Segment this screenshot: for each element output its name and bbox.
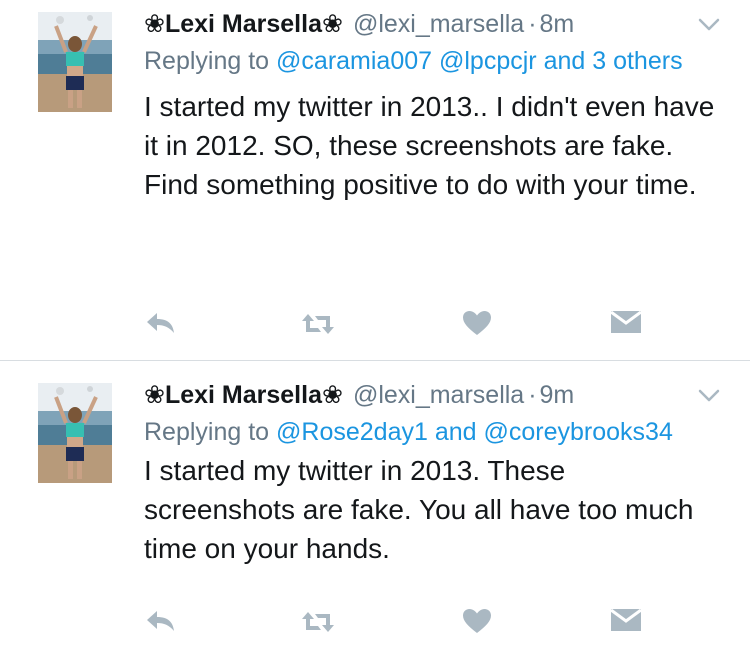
timestamp[interactable]: 8m	[540, 8, 575, 40]
tweet-actions	[144, 300, 664, 340]
direct-message-icon[interactable]	[610, 608, 642, 632]
tweet-header: ❀Lexi Marsella❀ @lexi_marsella · 8m	[144, 8, 720, 40]
mention-link[interactable]: @Rose2day1	[276, 418, 428, 446]
heart-icon[interactable]	[462, 608, 492, 634]
timestamp[interactable]: 9m	[540, 379, 575, 411]
username[interactable]: @lexi_marsella	[353, 379, 524, 411]
tweet-content: ❀Lexi Marsella❀ @lexi_marsella · 8m Repl…	[144, 8, 720, 204]
tweet[interactable]: ❀Lexi Marsella❀ @lexi_marsella · 8m Repl…	[0, 0, 750, 360]
retweet-icon[interactable]	[301, 312, 335, 336]
chevron-down-icon[interactable]	[698, 389, 720, 403]
tweet-actions	[144, 598, 664, 638]
display-name[interactable]: ❀Lexi Marsella❀	[144, 8, 343, 40]
replying-to-label: Replying to	[144, 47, 277, 75]
replying-to: Replying to @Rose2day1 and @coreybrooks3…	[144, 413, 720, 451]
direct-message-icon[interactable]	[610, 310, 642, 334]
separator-dot: ·	[528, 381, 537, 409]
chevron-down-icon[interactable]	[698, 18, 720, 32]
reply-icon[interactable]	[146, 610, 176, 632]
heart-icon[interactable]	[462, 310, 492, 336]
tweet[interactable]: ❀Lexi Marsella❀ @lexi_marsella · 9m Repl…	[0, 360, 750, 652]
username[interactable]: @lexi_marsella	[353, 8, 524, 40]
others-link[interactable]: and 3 others	[544, 47, 683, 75]
tweet-content: ❀Lexi Marsella❀ @lexi_marsella · 9m Repl…	[144, 379, 720, 568]
retweet-icon[interactable]	[301, 610, 335, 634]
display-name[interactable]: ❀Lexi Marsella❀	[144, 379, 343, 411]
avatar[interactable]	[38, 383, 112, 483]
replying-to-label: Replying to	[144, 418, 277, 446]
replying-to: Replying to @caramia007 @lpcpcjr and 3 o…	[144, 42, 720, 80]
separator-dot: ·	[528, 10, 537, 38]
tweet-text: I started my twitter in 2013. These scre…	[144, 455, 694, 564]
reply-icon[interactable]	[146, 312, 176, 334]
tweet-header: ❀Lexi Marsella❀ @lexi_marsella · 9m	[144, 379, 720, 411]
mention-link[interactable]: @lpcpcjr	[439, 47, 537, 75]
mention-link[interactable]: @caramia007	[276, 47, 432, 75]
mention-link[interactable]: @coreybrooks34	[484, 418, 673, 446]
tweet-text: I started my twitter in 2013.. I didn't …	[144, 91, 715, 200]
avatar[interactable]	[38, 12, 112, 112]
mention-joiner: and	[427, 418, 484, 446]
